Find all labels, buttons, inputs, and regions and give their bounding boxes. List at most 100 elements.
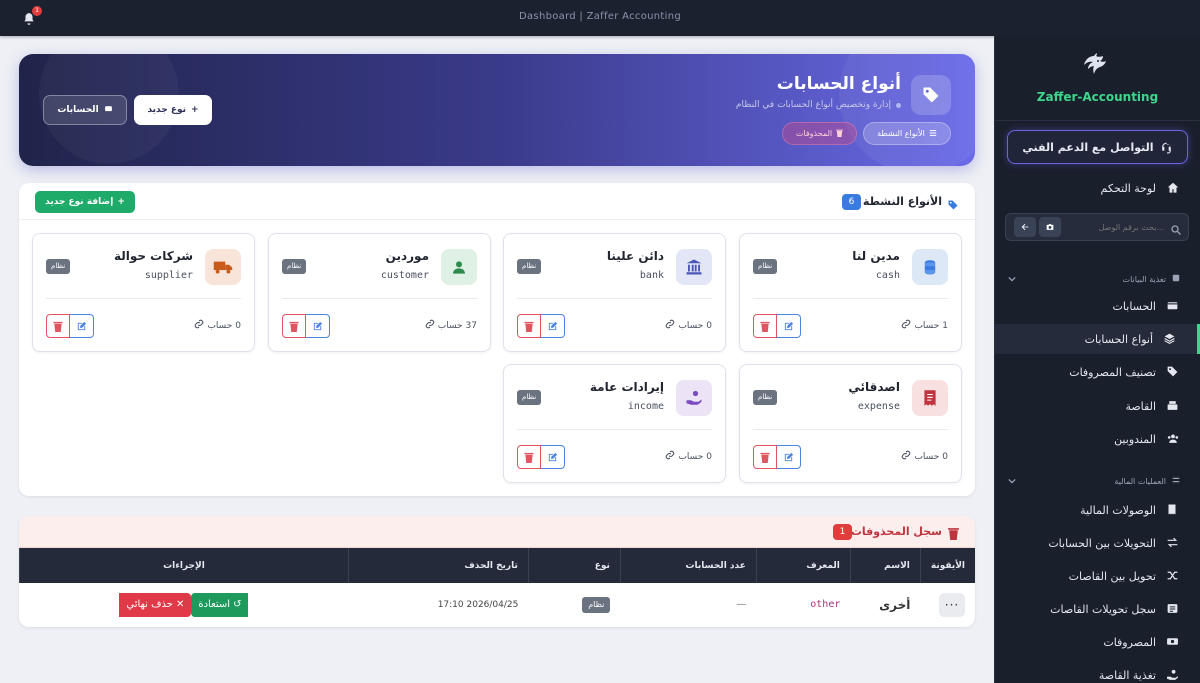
- plus-icon: +: [191, 105, 199, 115]
- sidebar-item-label: أنواع الحسابات: [1084, 332, 1153, 346]
- receipt-search-input[interactable]: [1068, 219, 1164, 235]
- window-title: Dashboard | Zaffer Accounting: [519, 11, 681, 22]
- new-type-button[interactable]: + نوع جديد: [134, 95, 212, 125]
- tab-active-types[interactable]: الأنواع النشطة: [863, 122, 951, 145]
- card-name: إيرادات عامة: [589, 380, 664, 394]
- sidebar-item-dashboard[interactable]: لوحة التحكم: [995, 173, 1200, 203]
- decorative-circle: [839, 54, 975, 166]
- card-name: موردين: [385, 249, 429, 263]
- more-icon[interactable]: ···: [939, 592, 965, 617]
- card-code: bank: [639, 270, 664, 281]
- sidebar-item-expense-categories[interactable]: تصنيف المصروفات: [995, 357, 1200, 387]
- column-header: الأيقونة: [919, 548, 975, 583]
- card-code: cash: [875, 270, 900, 281]
- divider: [517, 298, 712, 299]
- card-actions: [517, 314, 566, 338]
- count-value: 0: [706, 451, 712, 462]
- support-label: التواصل مع الدعم الفني: [1022, 140, 1154, 154]
- trash-icon: [524, 452, 534, 463]
- system-badge: نظام: [46, 259, 71, 274]
- divider: [753, 429, 948, 430]
- edit-button[interactable]: [777, 445, 801, 469]
- card-actions: [753, 445, 802, 469]
- card-actions: [282, 314, 331, 338]
- sidebar-item-cashbox[interactable]: القاصة: [995, 391, 1200, 421]
- card-name: دائن علينا: [606, 249, 664, 263]
- hard-delete-button[interactable]: ✕ حذف نهائي: [119, 592, 192, 617]
- edit-button[interactable]: [541, 314, 565, 338]
- list-icon: [929, 129, 937, 139]
- home-icon: [1166, 181, 1180, 195]
- sidebar-item-account-types[interactable]: أنواع الحسابات: [995, 324, 1200, 354]
- sidebar-item-expenses[interactable]: المصروفات: [995, 627, 1200, 657]
- money-bill-icon: [1166, 635, 1180, 649]
- delete-button[interactable]: [517, 314, 541, 338]
- sidebar-item-label: سجل تحويلات القاصات: [1050, 602, 1156, 616]
- add-type-button[interactable]: + إضافة نوع جديد: [35, 191, 135, 213]
- sidebar-item-receipts[interactable]: الوصولات المالية: [995, 495, 1200, 525]
- top-bar: 1 Dashboard | Zaffer Accounting: [0, 0, 1200, 36]
- count-suffix: حساب: [678, 320, 704, 331]
- row-count: —: [620, 583, 757, 627]
- trash-icon: [53, 321, 63, 332]
- link-icon: [665, 450, 675, 463]
- page-header-banner: أنواع الحسابات إدارة وتخصيص أنواع الحساب…: [19, 54, 975, 166]
- bullet-icon: [896, 102, 901, 108]
- edit-button[interactable]: [541, 445, 565, 469]
- card-actions: [517, 445, 566, 469]
- sidebar-item-cashbox-transfer-log[interactable]: سجل تحويلات القاصات: [995, 594, 1200, 624]
- sidebar-item-agents[interactable]: المندوبين: [995, 424, 1200, 454]
- accounts-button[interactable]: الحسابات: [43, 95, 127, 125]
- delete-button[interactable]: [517, 445, 541, 469]
- sidebar-item-label: الوصولات المالية: [1080, 503, 1156, 517]
- list-icon: [1166, 602, 1180, 616]
- tab-deleted[interactable]: المحذوفات: [782, 122, 857, 145]
- sidebar-item-account-transfers[interactable]: التحويلات بين الحسابات: [995, 528, 1200, 558]
- count-suffix: حساب: [914, 451, 940, 462]
- edit-button[interactable]: [306, 314, 330, 338]
- section-data-feed[interactable]: تغذية البيانات: [995, 270, 1200, 288]
- section-financial-ops[interactable]: العمليات المالية: [995, 472, 1200, 490]
- search-icon: [1170, 221, 1182, 235]
- system-badge: نظام: [753, 259, 778, 274]
- delete-button[interactable]: [753, 445, 777, 469]
- deleted-log-panel: سجل المحذوفات 1 الأيقونة الاسم المعرف عد…: [19, 516, 975, 627]
- table-row: ··· أخرى other — نظام 2026/04/25 17:10 ↺…: [19, 583, 975, 627]
- chevron-down-icon: [1008, 275, 1016, 283]
- tag-icon: [911, 75, 951, 115]
- link-icon: [901, 450, 911, 463]
- link-icon: [901, 319, 911, 332]
- account-type-card: إيرادات عامة income نظام 0 حساب: [503, 364, 726, 483]
- tab-label: المحذوفات: [795, 129, 833, 138]
- sidebar-item-label: القاصة: [1125, 399, 1156, 413]
- column-header: تاريخ الحذف: [347, 548, 529, 583]
- deleted-count-badge: 1: [833, 524, 852, 540]
- brand-name: Zaffer-Accounting: [1036, 90, 1159, 104]
- edit-icon: [784, 452, 794, 461]
- count-value: 0: [942, 451, 948, 462]
- account-type-card: مدين لنا cash نظام 1 حساب: [739, 233, 962, 352]
- panel-title: الأنواع النشطة: [862, 195, 942, 208]
- layers-icon: [1163, 332, 1177, 346]
- support-button[interactable]: التواصل مع الدعم الفني: [1007, 130, 1188, 164]
- delete-button[interactable]: [282, 314, 306, 338]
- delete-button[interactable]: [46, 314, 70, 338]
- card-actions: [46, 314, 95, 338]
- account-count: 1 حساب: [901, 319, 948, 332]
- tag-icon: [947, 196, 959, 210]
- restore-button[interactable]: ↺ استعادة: [191, 592, 249, 617]
- exchange-icon: [1172, 476, 1180, 486]
- sidebar-item-cashbox-feed[interactable]: تغذية القاصة: [995, 660, 1200, 683]
- edit-button[interactable]: [70, 314, 94, 338]
- arrow-left-icon[interactable]: [1014, 217, 1036, 237]
- edit-button[interactable]: [777, 314, 801, 338]
- link-icon: [425, 319, 435, 332]
- sidebar-item-accounts[interactable]: الحسابات: [995, 291, 1200, 321]
- transfer-arrows-icon: [1166, 536, 1180, 550]
- card-code: income: [627, 401, 664, 412]
- button-label: الحسابات: [57, 105, 99, 115]
- delete-button[interactable]: [753, 314, 777, 338]
- sidebar-item-cashbox-transfer[interactable]: تحويل بين القاصات: [995, 561, 1200, 591]
- sidebar-item-label: تغذية القاصة: [1098, 668, 1156, 682]
- camera-icon[interactable]: [1039, 217, 1061, 237]
